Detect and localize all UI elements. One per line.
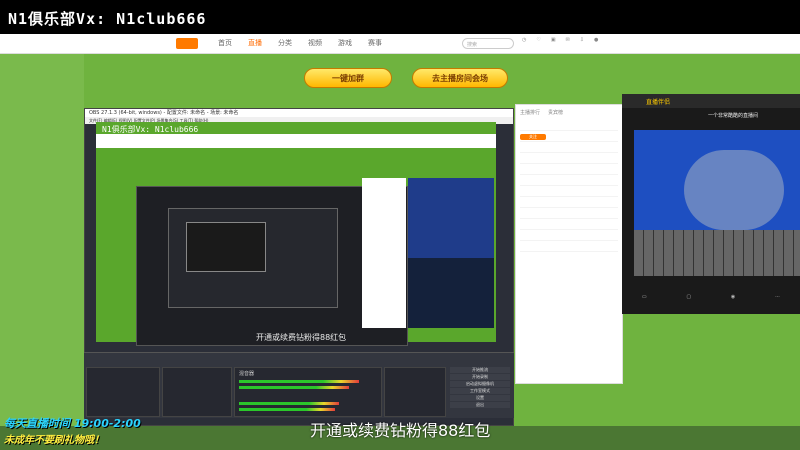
chat-line xyxy=(520,211,618,219)
start-record-button[interactable]: 开始录制 xyxy=(450,374,510,380)
controls-panel: 开始推流 开始录制 启动虚拟摄像机 工作室模式 设置 退出 xyxy=(450,367,510,415)
exit-button[interactable]: 退出 xyxy=(450,402,510,408)
scenes-panel[interactable] xyxy=(86,367,160,417)
chat-line xyxy=(520,222,618,230)
page-background xyxy=(0,54,84,426)
chat-line xyxy=(520,167,618,175)
nav-item[interactable]: 直播 xyxy=(248,38,262,48)
minor-warning-text: 未成年不要刷礼物哦！ xyxy=(4,435,104,446)
chat-line xyxy=(520,233,618,241)
site-logo-icon[interactable] xyxy=(176,38,198,49)
obs-mixer: 混音器 开始推流 开始录制 启动虚拟摄像机 工作室模式 设置 退出 xyxy=(84,352,514,418)
inner-chat xyxy=(362,178,406,328)
inner-site-header xyxy=(96,134,496,148)
chat-panel: 主播排行 贵宾榜 关注 xyxy=(515,104,623,384)
webcam-video xyxy=(634,130,800,276)
chat-line xyxy=(520,123,618,131)
search-input[interactable]: 搜索 xyxy=(462,38,514,49)
obs-preview: N1俱乐部Vx: N1club666 开通或续费钻粉得88红包 xyxy=(96,122,496,352)
start-stream-button[interactable]: 开始推流 xyxy=(450,367,510,373)
history-icon[interactable]: ◷ xyxy=(522,37,526,43)
nav-item[interactable]: 游戏 xyxy=(338,38,352,48)
mixer-label: 混音器 xyxy=(239,371,255,377)
header-icons: ◷ ♡ ▣ ✉ ⇩ ● xyxy=(522,37,598,43)
obs-title: OBS 27.1.3 (64-bit, windows) - 配置文件: 未命名… xyxy=(85,109,513,117)
watermark: N1俱乐部Vx: N1club666 xyxy=(8,10,207,28)
mic-icon[interactable]: ◉ xyxy=(731,294,735,300)
broadcaster-header: 直播伴侣 xyxy=(622,94,800,108)
site-nav: 首页 直播 分类 视频 游戏 赛事 xyxy=(218,38,382,48)
message-icon[interactable]: ✉ xyxy=(566,37,570,43)
camera-icon[interactable]: ▭ xyxy=(642,294,647,300)
streamer-shirt xyxy=(684,150,784,230)
keyboard-image xyxy=(634,230,800,276)
chat-line xyxy=(520,145,618,153)
stream-frame: N1俱乐部Vx: N1club666 首页 直播 分类 视频 游戏 赛事 搜索 … xyxy=(0,0,800,450)
chat-line xyxy=(520,244,618,252)
nav-item[interactable]: 视频 xyxy=(308,38,322,48)
brand-label: 直播伴侣 xyxy=(646,99,671,106)
nav-item[interactable]: 首页 xyxy=(218,38,232,48)
nav-item[interactable]: 赛事 xyxy=(368,38,382,48)
transitions-panel[interactable] xyxy=(384,367,446,417)
inner-subtitle: 开通或续费钻粉得88红包 xyxy=(256,333,347,342)
audio-meter xyxy=(239,380,359,383)
more-icon[interactable]: ⋯ xyxy=(775,294,780,300)
room-name: 一个非常酷酷的直播间 xyxy=(708,113,759,119)
schedule-text: 每天直播时间 19:00-2:00 xyxy=(4,417,141,430)
follow-button[interactable]: 关注 xyxy=(520,134,546,140)
audio-mixer-panel: 混音器 xyxy=(234,367,382,417)
website-header: 首页 直播 分类 视频 游戏 赛事 搜索 ◷ ♡ ▣ ✉ ⇩ ● xyxy=(0,34,800,54)
join-group-button[interactable]: 一键加群 xyxy=(304,68,392,88)
gift-icon[interactable]: ▣ xyxy=(551,37,556,43)
top-bar: N1俱乐部Vx: N1club666 xyxy=(0,0,800,34)
inner-video-2 xyxy=(408,258,494,328)
audio-meter xyxy=(239,402,339,405)
chat-line xyxy=(520,200,618,208)
download-icon[interactable]: ⇩ xyxy=(580,37,584,43)
nav-item[interactable]: 分类 xyxy=(278,38,292,48)
follow-icon[interactable]: ♡ xyxy=(536,37,540,43)
audio-meter xyxy=(239,386,349,389)
inner-obs-window-3 xyxy=(186,222,266,272)
screen-icon[interactable]: ▢ xyxy=(686,294,691,300)
chat-tabs: 主播排行 贵宾榜 xyxy=(516,105,622,120)
chat-line xyxy=(520,178,618,186)
chat-line xyxy=(520,156,618,164)
audio-meter xyxy=(239,408,335,411)
sources-panel[interactable] xyxy=(162,367,232,417)
camera-controls: ▭ ▢ ◉ ⋯ xyxy=(622,280,800,314)
settings-button[interactable]: 设置 xyxy=(450,395,510,401)
avatar-icon[interactable]: ● xyxy=(594,37,598,43)
inner-video xyxy=(408,178,494,258)
subtitle: 开通或续费钻粉得88红包 xyxy=(310,421,491,440)
virtual-camera-button[interactable]: 启动虚拟摄像机 xyxy=(450,381,510,387)
go-room-button[interactable]: 去主播房间会场 xyxy=(412,68,508,88)
chat-line xyxy=(520,189,618,197)
tab-rank[interactable]: 主播排行 xyxy=(520,109,540,116)
chat-line: 关注 xyxy=(520,134,618,142)
studio-mode-button[interactable]: 工作室模式 xyxy=(450,388,510,394)
tab-vip[interactable]: 贵宾榜 xyxy=(548,109,563,116)
